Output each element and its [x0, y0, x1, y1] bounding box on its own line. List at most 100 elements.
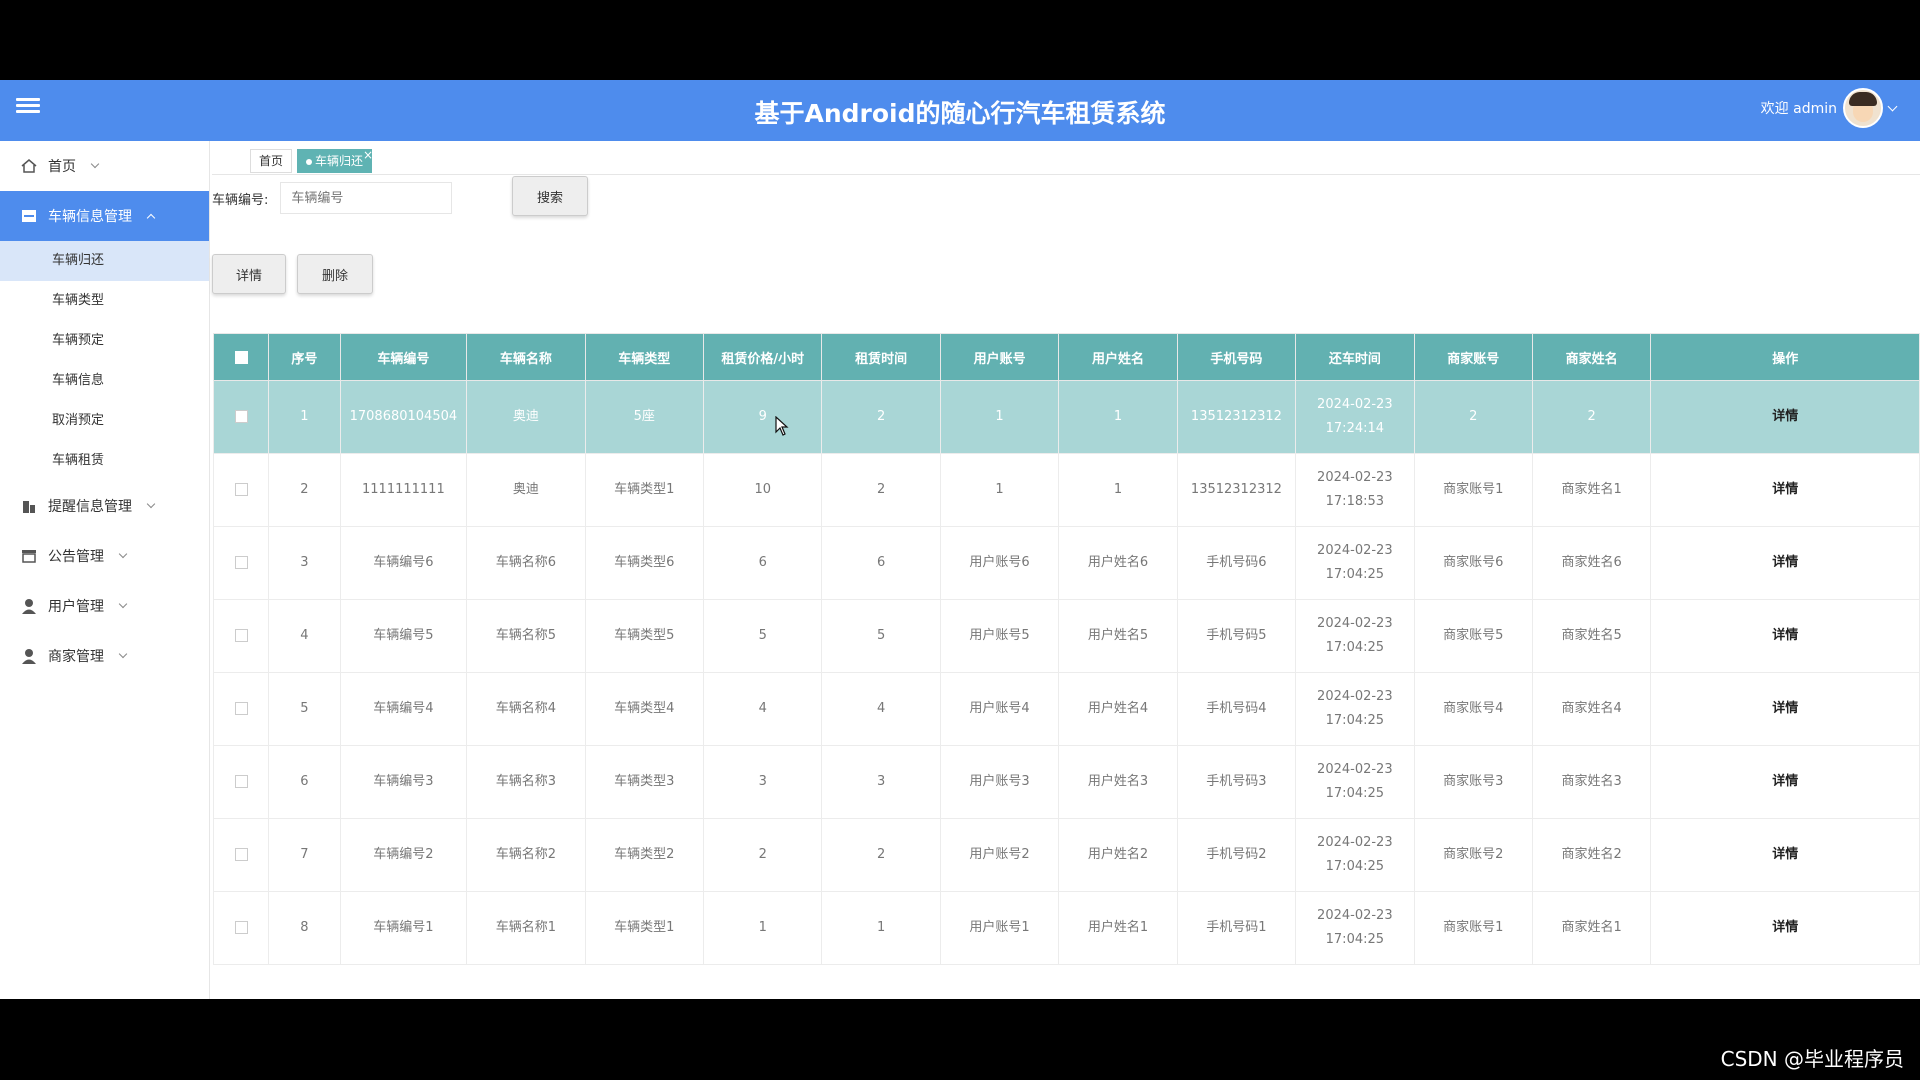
sidebar-subitem-vehicle-return[interactable]: 车辆归还	[0, 241, 209, 281]
table-row[interactable]: 4 车辆编号5 车辆名称5 车辆类型5 5 5 用户账号5 用户姓名5 手机号码5 2024-02…	[212, 599, 1920, 673]
table-cell: 商家账号4	[1413, 672, 1533, 746]
table-cell: 1	[268, 380, 341, 454]
table-cell: 车辆编号5	[339, 599, 468, 673]
table-cell: 商家账号3	[1413, 745, 1533, 819]
column-header: 商家姓名	[1531, 333, 1652, 381]
row-detail-link[interactable]: 详情	[1650, 891, 1920, 965]
row-select-cell[interactable]	[212, 599, 270, 673]
table-cell: 车辆类型3	[584, 745, 705, 819]
sidebar-item-label: 首页	[48, 159, 76, 175]
table-cell: 用户账号4	[939, 672, 1060, 746]
table-cell: 手机号码5	[1176, 599, 1297, 673]
user-menu[interactable]: 欢迎 admin	[1761, 86, 1898, 130]
building-icon	[23, 501, 35, 513]
sidebar-subitem-vehicle-booking[interactable]: 车辆预定	[0, 321, 209, 361]
video-footer: CSDN @毕业程序员	[0, 999, 1920, 1080]
row-detail-link[interactable]: 详情	[1650, 453, 1920, 527]
table-cell: 2024-02-23 17:04:25	[1295, 599, 1415, 673]
row-select-cell[interactable]	[212, 672, 270, 746]
row-select-cell[interactable]	[212, 526, 270, 600]
table-cell: 1708680104504	[339, 380, 468, 454]
store-icon	[22, 210, 36, 222]
table-cell: 手机号码6	[1176, 526, 1297, 600]
close-icon[interactable]: ×	[363, 144, 373, 166]
avatar[interactable]	[1843, 88, 1883, 128]
table-cell: 手机号码3	[1176, 745, 1297, 819]
vehicle-number-search-input[interactable]	[280, 182, 453, 214]
row-checkbox[interactable]	[234, 848, 248, 861]
table-cell: 用户账号2	[939, 818, 1060, 892]
sidebar-item-vehicle-info[interactable]: 车辆信息管理	[0, 191, 209, 241]
row-checkbox[interactable]	[234, 921, 248, 934]
sidebar-item-user[interactable]: 用户管理	[0, 581, 209, 631]
row-checkbox[interactable]	[234, 410, 248, 423]
table-row[interactable]: 3 车辆编号6 车辆名称6 车辆类型6 6 6 用户账号6 用户姓名6 手机号码6 2024-02…	[212, 526, 1920, 600]
sidebar-item-notice[interactable]: 公告管理	[0, 531, 209, 581]
sidebar-item-home[interactable]: 首页	[0, 141, 209, 191]
sidebar-item-merchant[interactable]: 商家管理	[0, 631, 209, 681]
tab-home[interactable]: 首页	[250, 149, 293, 173]
sidebar-subitem-vehicle-info[interactable]: 车辆信息	[0, 361, 209, 401]
row-checkbox[interactable]	[234, 556, 248, 569]
column-header: 车辆名称	[466, 333, 586, 381]
table-row[interactable]: 6 车辆编号3 车辆名称3 车辆类型3 3 3 用户账号3 用户姓名3 手机号码3 2024-02…	[212, 745, 1920, 819]
table-cell: 车辆类型4	[584, 672, 705, 746]
table-cell: 车辆名称5	[466, 599, 586, 673]
table-cell: 车辆名称4	[466, 672, 586, 746]
sidebar-subitem-cancel-booking[interactable]: 取消预定	[0, 401, 209, 441]
table-cell: 2024-02-23 17:04:25	[1295, 672, 1415, 746]
table-cell: 用户姓名2	[1058, 818, 1178, 892]
table-cell: 奥迪	[466, 453, 586, 527]
table-row[interactable]: 1 1708680104504 奥迪 5座 9 2 1 1 13512312312 2024-02…	[212, 380, 1920, 454]
row-detail-link[interactable]: 详情	[1650, 599, 1920, 673]
table-cell: 用户账号3	[939, 745, 1060, 819]
table-row[interactable]: 8 车辆编号1 车辆名称1 车辆类型1 1 1 用户账号1 用户姓名1 手机号码1 2024-02…	[212, 891, 1920, 965]
table-cell: 车辆名称2	[466, 818, 586, 892]
row-select-cell[interactable]	[212, 745, 270, 819]
table-row[interactable]: 2 1111111111 奥迪 车辆类型1 10 2 1 1 13512312312 2024-0…	[212, 453, 1920, 527]
table-cell: 手机号码4	[1176, 672, 1297, 746]
row-checkbox[interactable]	[234, 775, 248, 788]
row-select-cell[interactable]	[212, 891, 270, 965]
column-header: 车辆编号	[339, 333, 468, 381]
row-select-cell[interactable]	[212, 453, 270, 527]
table-cell: 车辆类型2	[584, 818, 705, 892]
detail-button[interactable]: 详情	[212, 254, 286, 294]
delete-button[interactable]: 删除	[297, 254, 373, 294]
row-checkbox[interactable]	[234, 483, 248, 496]
sidebar-subitem-vehicle-type[interactable]: 车辆类型	[0, 281, 209, 321]
search-button[interactable]: 搜索	[512, 176, 588, 216]
column-header: 操作	[1650, 333, 1920, 381]
row-detail-link[interactable]: 详情	[1650, 380, 1920, 454]
sidebar-item-label: 提醒信息管理	[48, 499, 132, 515]
table-cell: 车辆名称1	[466, 891, 586, 965]
table-cell: 5座	[584, 380, 705, 454]
sidebar-item-reminder[interactable]: 提醒信息管理	[0, 481, 209, 531]
table-row[interactable]: 5 车辆编号4 车辆名称4 车辆类型4 4 4 用户账号4 用户姓名4 手机号码4 2024-02…	[212, 672, 1920, 746]
app-title: 基于Android的随心行汽车租赁系统	[754, 99, 1166, 128]
chevron-down-icon[interactable]	[1887, 101, 1898, 111]
table-cell: 2024-02-23 17:04:25	[1295, 818, 1415, 892]
table-cell: 10	[703, 453, 823, 527]
row-detail-link[interactable]: 详情	[1650, 526, 1920, 600]
select-all-header[interactable]	[212, 333, 270, 381]
table-row[interactable]: 7 车辆编号2 车辆名称2 车辆类型2 2 2 用户账号2 用户姓名2 手机号码2 2024-02…	[212, 818, 1920, 892]
search-label: 车辆编号:	[212, 192, 269, 208]
row-select-cell[interactable]	[212, 380, 270, 454]
column-header: 用户姓名	[1058, 333, 1178, 381]
table-cell: 2	[268, 453, 341, 527]
sidebar-item-label: 车辆信息管理	[48, 209, 132, 225]
table-cell: 2024-02-23 17:24:14	[1295, 380, 1415, 454]
table-cell: 用户账号6	[939, 526, 1060, 600]
watermark: CSDN @毕业程序员	[1720, 1047, 1904, 1071]
row-detail-link[interactable]: 详情	[1650, 818, 1920, 892]
sidebar-subitem-vehicle-rental[interactable]: 车辆租赁	[0, 441, 209, 481]
column-header: 租赁价格/小时	[703, 333, 823, 381]
row-checkbox[interactable]	[234, 629, 248, 642]
tab-vehicle-return[interactable]: 车辆归还 ×	[297, 148, 373, 173]
select-all-checkbox[interactable]	[234, 350, 248, 364]
row-checkbox[interactable]	[234, 702, 248, 715]
row-detail-link[interactable]: 详情	[1650, 672, 1920, 746]
row-select-cell[interactable]	[212, 818, 270, 892]
row-detail-link[interactable]: 详情	[1650, 745, 1920, 819]
